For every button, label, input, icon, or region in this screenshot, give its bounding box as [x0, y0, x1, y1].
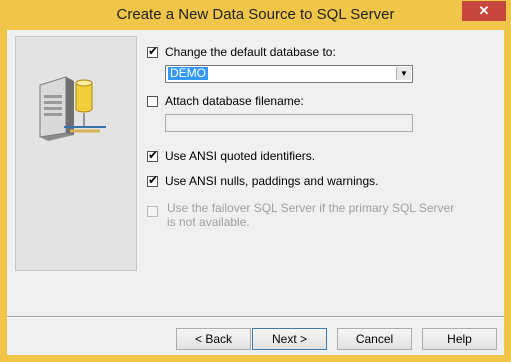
change-db-checkbox[interactable] — [147, 44, 158, 58]
back-button[interactable]: < Back — [176, 328, 251, 350]
database-server-icon — [39, 76, 106, 141]
window-title: Create a New Data Source to SQL Server — [116, 6, 395, 23]
ansi-quoted-option[interactable]: Use ANSI quoted identifiers. — [147, 148, 315, 164]
ansi-quoted-checkbox[interactable] — [147, 148, 158, 162]
ansi-quoted-label: Use ANSI quoted identifiers. — [165, 149, 316, 163]
chevron-down-icon[interactable]: ▼ — [396, 67, 411, 80]
database-select[interactable]: DEMO ▼ — [165, 65, 413, 83]
failover-option — [147, 203, 158, 219]
attach-db-option[interactable]: Attach database filename: — [147, 93, 304, 109]
close-button[interactable]: ✕ — [462, 1, 506, 21]
ansi-nulls-checkbox[interactable] — [147, 173, 158, 187]
help-button[interactable]: Help — [422, 328, 497, 350]
ansi-nulls-label: Use ANSI nulls, paddings and warnings. — [165, 174, 379, 188]
attach-db-filename-field[interactable] — [165, 114, 413, 132]
button-separator — [7, 316, 504, 318]
database-value: DEMO — [168, 66, 208, 80]
cancel-button[interactable]: Cancel — [337, 328, 412, 350]
change-db-option[interactable]: Change the default database to: — [147, 44, 336, 60]
failover-label: Use the failover SQL Server if the prima… — [167, 201, 455, 229]
attach-db-label: Attach database filename: — [165, 94, 304, 108]
illustration-panel — [15, 36, 137, 271]
next-button[interactable]: Next > — [252, 328, 327, 350]
failover-checkbox — [147, 205, 158, 217]
change-db-label: Change the default database to: — [165, 45, 336, 59]
title-bar: Create a New Data Source to SQL Server ✕ — [0, 0, 511, 30]
dialog-body: Change the default database to: DEMO ▼ A… — [7, 30, 504, 355]
ansi-nulls-option[interactable]: Use ANSI nulls, paddings and warnings. — [147, 173, 378, 189]
attach-db-checkbox[interactable] — [147, 95, 158, 107]
